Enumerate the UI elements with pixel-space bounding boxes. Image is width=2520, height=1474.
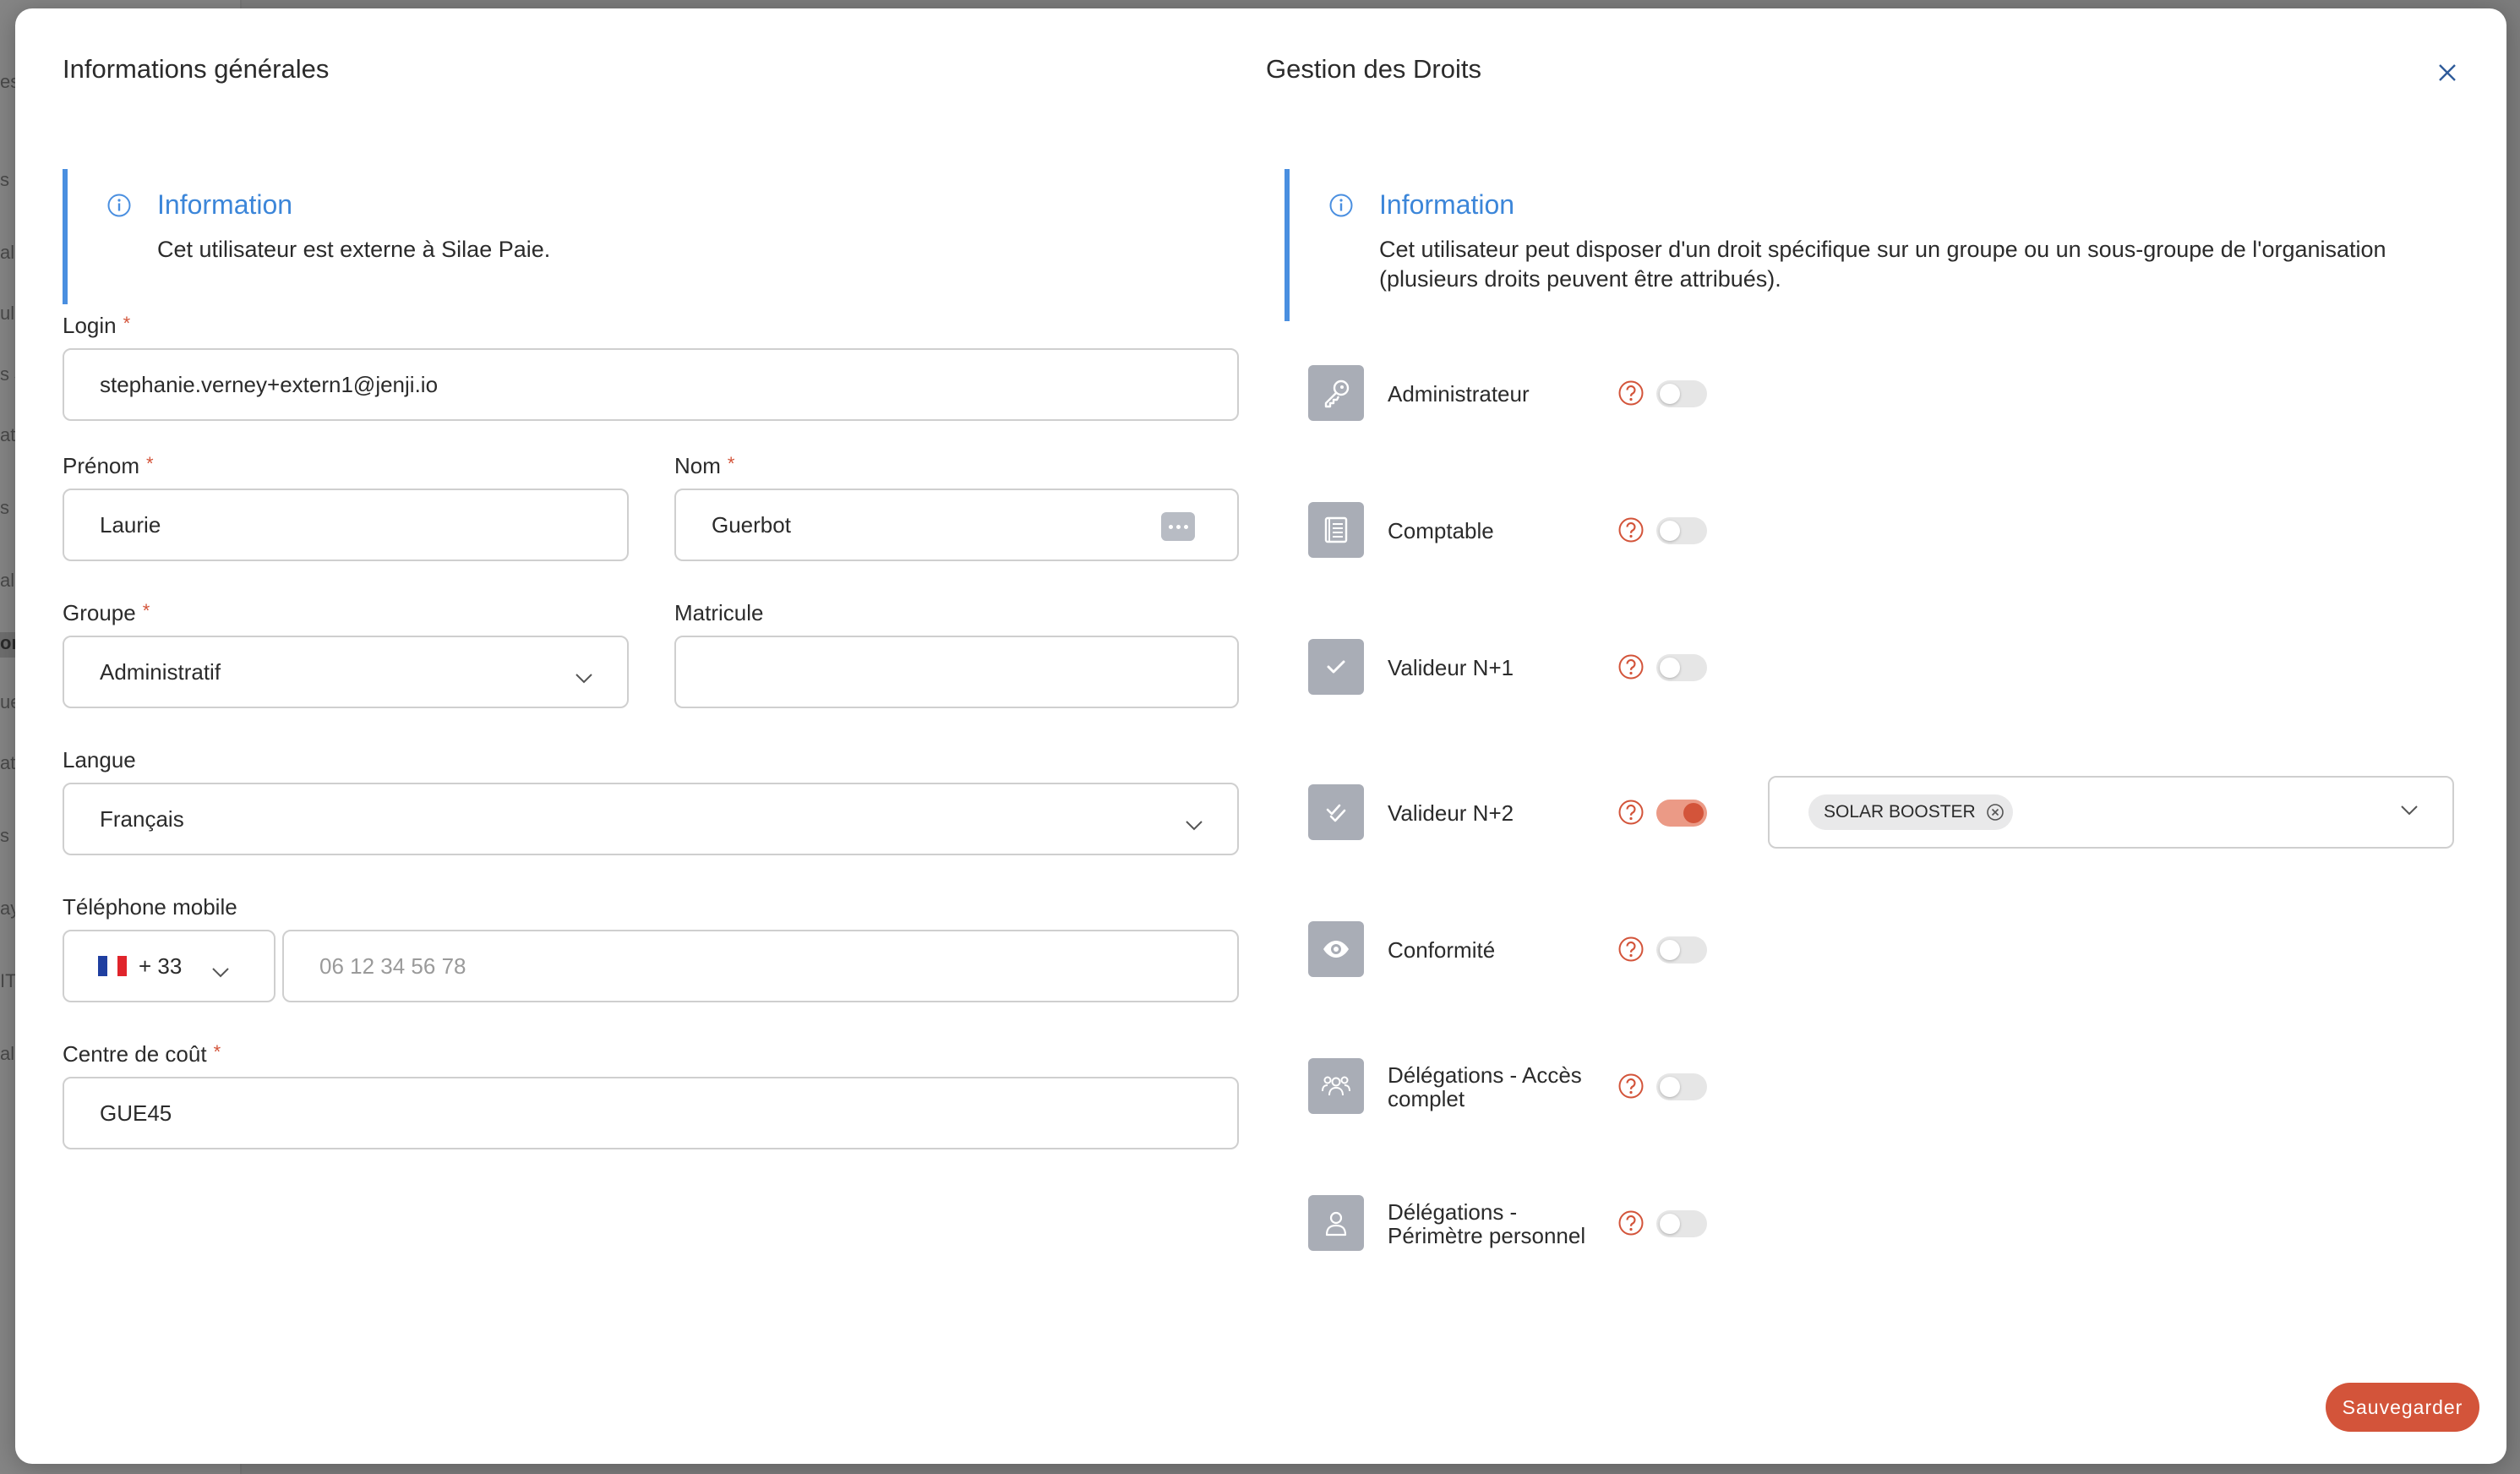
valideur-n2-scope-select[interactable]: SOLAR BOOSTER [1768,776,2454,849]
valideur-n1-toggle[interactable] [1656,654,1707,681]
phone-number-field[interactable]: 06 12 34 56 78 [282,930,1239,1002]
info-callout-left: Information Cet utilisateur est externe … [63,169,1239,304]
delegations-personnel-toggle[interactable] [1656,1210,1707,1237]
firstname-field[interactable]: Laurie [63,489,629,561]
info-callout-right: Information Cet utilisateur peut dispose… [1285,169,2485,321]
scope-chip: SOLAR BOOSTER [1808,794,2013,830]
france-flag-icon [98,956,127,976]
callout-text: Cet utilisateur est externe à Silae Paie… [157,237,551,262]
employee-id-field[interactable] [674,636,1239,708]
right-row-conformite: Conformité [1308,921,2491,977]
firstname-label: Prénom * [63,453,154,478]
language-select[interactable]: Français [63,783,1239,855]
right-label: Valideur N+2 [1388,800,1514,826]
eye-icon [1308,921,1364,977]
group-icon [1308,1058,1364,1114]
callout-title: Information [157,189,293,220]
callout-text: Cet utilisateur peut disposer d'un droit… [1379,237,2386,292]
chevron-down-icon [2400,805,2419,821]
valideur-n2-toggle[interactable] [1656,800,1707,827]
right-row-comptable: Comptable [1308,502,2491,558]
login-field[interactable]: stephanie.verney+extern1@jenji.io [63,348,1239,421]
help-icon[interactable] [1617,1209,1645,1241]
lastname-label: Nom * [674,453,735,478]
save-button[interactable]: Sauvegarder [2326,1383,2479,1432]
ledger-icon [1308,502,1364,558]
person-icon [1308,1195,1364,1251]
help-icon[interactable] [1617,516,1645,548]
comptable-toggle[interactable] [1656,517,1707,544]
language-label: Langue [63,747,136,772]
help-icon[interactable] [1617,653,1645,685]
check-icon [1308,639,1364,695]
right-row-delegations-complet: Délégations - Accès complet [1308,1058,2491,1114]
country-code-select[interactable]: + 33 [63,930,275,1002]
double-check-icon [1308,784,1364,840]
right-label: Comptable [1388,518,1494,543]
password-manager-icon[interactable] [1161,512,1195,541]
remove-chip-icon[interactable] [1986,803,2005,827]
rights-management-title: Gestion des Droits [1266,54,1481,84]
help-icon[interactable] [1617,1073,1645,1104]
help-icon[interactable] [1617,379,1645,411]
phone-label: Téléphone mobile [63,894,237,920]
help-icon[interactable] [1617,799,1645,830]
key-icon [1308,365,1364,421]
conformite-toggle[interactable] [1656,936,1707,964]
right-row-administrateur: Administrateur [1308,365,2491,421]
lastname-field[interactable]: Guerbot [674,489,1239,561]
right-row-valideur-n1: Valideur N+1 [1308,639,2491,695]
cost-center-field[interactable]: GUE45 [63,1077,1239,1149]
chevron-down-icon [1185,811,1203,838]
right-label: Administrateur [1388,381,1530,407]
info-icon [106,193,132,222]
user-edit-modal: Informations générales Information Cet u… [15,8,2506,1464]
employee-id-label: Matricule [674,600,764,625]
right-label: Valideur N+1 [1388,655,1514,680]
callout-title: Information [1379,189,1515,220]
administrateur-toggle[interactable] [1656,380,1707,407]
cost-center-label: Centre de coût * [63,1041,221,1067]
right-label: Délégations - Périmètre personnel [1388,1199,1586,1248]
right-row-delegations-personnel: Délégations - Périmètre personnel [1308,1195,2491,1251]
group-label: Groupe * [63,600,150,625]
chevron-down-icon [211,958,230,985]
close-icon [2438,63,2457,86]
chevron-down-icon [575,664,593,691]
right-label: Conformité [1388,937,1496,963]
close-button[interactable] [2430,57,2464,91]
general-info-title: Informations générales [63,54,330,84]
delegations-complet-toggle[interactable] [1656,1073,1707,1100]
info-icon [1328,193,1354,222]
group-select[interactable]: Administratif [63,636,629,708]
login-label: Login * [63,313,131,338]
help-icon[interactable] [1617,936,1645,967]
right-label: Délégations - Accès complet [1388,1062,1582,1111]
